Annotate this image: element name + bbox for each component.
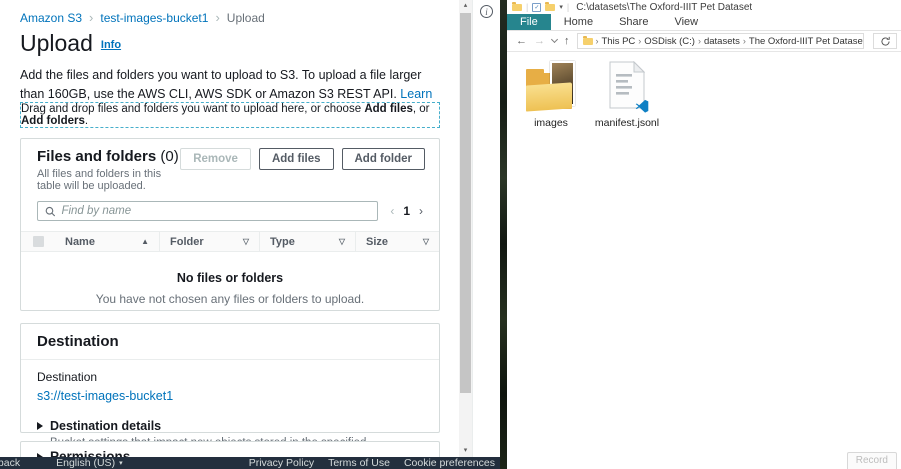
properties-quick-icon[interactable]: ✓ bbox=[532, 3, 541, 12]
filter-icon: ▽ bbox=[339, 237, 345, 246]
aws-s3-upload-page: Amazon S3 › test-images-bucket1 › Upload… bbox=[0, 0, 500, 469]
tab-share[interactable]: Share bbox=[606, 14, 661, 30]
column-header-size[interactable]: Size ▽ bbox=[355, 232, 439, 251]
folder-icon bbox=[524, 58, 578, 116]
record-button[interactable]: Record bbox=[847, 452, 897, 469]
address-bar[interactable]: › This PC › OSDisk (C:) › datasets › The… bbox=[577, 33, 865, 49]
empty-state: No files or folders You have not chosen … bbox=[21, 252, 439, 306]
breadcrumb-bucket[interactable]: test-images-bucket1 bbox=[100, 11, 208, 25]
select-all-checkbox[interactable] bbox=[33, 236, 44, 247]
explorer-content[interactable]: images bbox=[507, 52, 901, 467]
files-table-header: Name ▲ Folder ▽ Type ▽ Size ▽ bbox=[21, 231, 439, 252]
caret-down-icon: ▾ bbox=[119, 459, 123, 467]
back-icon[interactable]: ← bbox=[516, 36, 527, 47]
tab-home[interactable]: Home bbox=[551, 14, 606, 30]
files-and-folders-card: Files and folders (0) All files and fold… bbox=[20, 138, 440, 311]
scrollbar-thumb[interactable] bbox=[460, 13, 471, 393]
vscode-logo-icon bbox=[635, 99, 649, 113]
navigation-bar: ← → ↑ › This PC › OSDisk (C:) › datasets… bbox=[507, 31, 901, 52]
address-crumb-osdisk[interactable]: OSDisk (C:) bbox=[644, 36, 695, 47]
column-header-name[interactable]: Name ▲ bbox=[55, 232, 159, 251]
remove-button[interactable]: Remove bbox=[180, 148, 251, 170]
tab-view[interactable]: View bbox=[661, 14, 711, 30]
aws-page-content: Amazon S3 › test-images-bucket1 › Upload… bbox=[0, 0, 460, 457]
add-files-button[interactable]: Add files bbox=[259, 148, 334, 170]
breadcrumb-separator-icon: › bbox=[89, 10, 93, 25]
search-box[interactable] bbox=[37, 201, 378, 221]
search-icon bbox=[45, 206, 55, 217]
page-title: UploadInfo bbox=[20, 30, 121, 57]
dropzone-add-files: Add files bbox=[364, 103, 413, 115]
info-link[interactable]: Info bbox=[101, 39, 121, 51]
explorer-titlebar[interactable]: | ✓ ▾ | C:\datasets\The Oxford-IIIT Pet … bbox=[507, 0, 901, 14]
window-title: C:\datasets\The Oxford-IIIT Pet Dataset bbox=[576, 2, 752, 13]
add-folder-button[interactable]: Add folder bbox=[342, 148, 426, 170]
filter-icon: ▽ bbox=[423, 237, 429, 246]
drag-drop-zone[interactable]: Drag and drop files and folders you want… bbox=[20, 102, 440, 128]
refresh-icon bbox=[880, 36, 891, 47]
breadcrumb: Amazon S3 › test-images-bucket1 › Upload bbox=[20, 10, 265, 25]
breadcrumb-current: Upload bbox=[227, 11, 265, 25]
address-crumb-current[interactable]: The Oxford-IIIT Pet Dataset bbox=[749, 36, 864, 47]
recent-locations-icon[interactable] bbox=[551, 36, 558, 43]
next-page-icon[interactable]: › bbox=[419, 204, 423, 218]
breadcrumb-separator-icon: › bbox=[215, 10, 219, 25]
desktop-wallpaper bbox=[500, 0, 507, 469]
screenshot-root: Amazon S3 › test-images-bucket1 › Upload… bbox=[0, 0, 901, 469]
destination-details-expander[interactable]: Destination details bbox=[37, 419, 423, 433]
explorer-app-icon bbox=[512, 4, 522, 11]
privacy-policy-link[interactable]: Privacy Policy bbox=[249, 457, 314, 469]
previous-page-icon[interactable]: ‹ bbox=[390, 204, 394, 218]
address-folder-icon bbox=[583, 38, 593, 45]
pagination: ‹ 1 › bbox=[390, 204, 423, 218]
file-item-manifest[interactable]: manifest.jsonl bbox=[595, 58, 659, 129]
address-crumb-datasets[interactable]: datasets bbox=[704, 36, 740, 47]
info-icon[interactable]: i bbox=[480, 5, 493, 18]
forward-icon[interactable]: → bbox=[534, 36, 545, 47]
empty-state-description: You have not chosen any files or folders… bbox=[21, 292, 439, 306]
folder-item-images[interactable]: images bbox=[519, 58, 583, 129]
quick-access-caret-icon[interactable]: ▾ bbox=[559, 3, 563, 11]
browser-scrollbar[interactable]: ▴ ▾ bbox=[459, 0, 472, 457]
empty-state-title: No files or folders bbox=[21, 271, 439, 285]
permissions-expander[interactable]: Permissions bbox=[37, 449, 423, 457]
new-folder-quick-icon[interactable] bbox=[545, 4, 555, 11]
permissions-card: Permissions bbox=[20, 441, 440, 457]
sort-ascending-icon: ▲ bbox=[141, 237, 149, 246]
ribbon-tabs: File Home Share View bbox=[507, 14, 901, 31]
language-selector[interactable]: English (US) ▾ bbox=[56, 457, 122, 469]
address-crumb-this-pc[interactable]: This PC bbox=[602, 36, 636, 47]
cookie-preferences-link[interactable]: Cookie preferences bbox=[404, 457, 495, 469]
current-page-number[interactable]: 1 bbox=[403, 204, 410, 218]
tab-file[interactable]: File bbox=[507, 14, 551, 30]
expand-triangle-icon bbox=[37, 422, 43, 430]
feedback-link[interactable]: Feedback bbox=[0, 457, 20, 469]
destination-card: Destination Destination s3://test-images… bbox=[20, 323, 440, 433]
destination-label: Destination bbox=[37, 370, 423, 384]
find-by-name-input[interactable] bbox=[61, 205, 370, 217]
files-count: (0) bbox=[160, 148, 178, 165]
filter-icon: ▽ bbox=[243, 237, 249, 246]
scroll-down-icon[interactable]: ▾ bbox=[459, 446, 472, 456]
destination-bucket-link[interactable]: s3://test-images-bucket1 bbox=[37, 389, 173, 403]
item-label: images bbox=[534, 117, 568, 129]
column-header-folder[interactable]: Folder ▽ bbox=[159, 232, 259, 251]
up-icon[interactable]: ↑ bbox=[564, 36, 570, 47]
breadcrumb-amazon-s3[interactable]: Amazon S3 bbox=[20, 11, 82, 25]
dropzone-add-folders: Add folders bbox=[21, 115, 85, 127]
terms-of-use-link[interactable]: Terms of Use bbox=[328, 457, 390, 469]
files-card-subtitle: All files and folders in this table will… bbox=[37, 168, 180, 192]
console-footer: Feedback English (US) ▾ Privacy Policy T… bbox=[0, 457, 500, 469]
scroll-up-icon[interactable]: ▴ bbox=[459, 1, 472, 11]
files-card-title: Files and folders (0) bbox=[37, 148, 180, 165]
column-header-type[interactable]: Type ▽ bbox=[259, 232, 355, 251]
file-explorer-window: | ✓ ▾ | C:\datasets\The Oxford-IIIT Pet … bbox=[507, 0, 901, 469]
item-label: manifest.jsonl bbox=[595, 117, 659, 129]
help-panel-rail: i bbox=[472, 0, 500, 457]
refresh-button[interactable] bbox=[873, 33, 897, 49]
destination-card-title: Destination bbox=[37, 333, 423, 350]
jsonl-file-icon bbox=[600, 58, 654, 116]
